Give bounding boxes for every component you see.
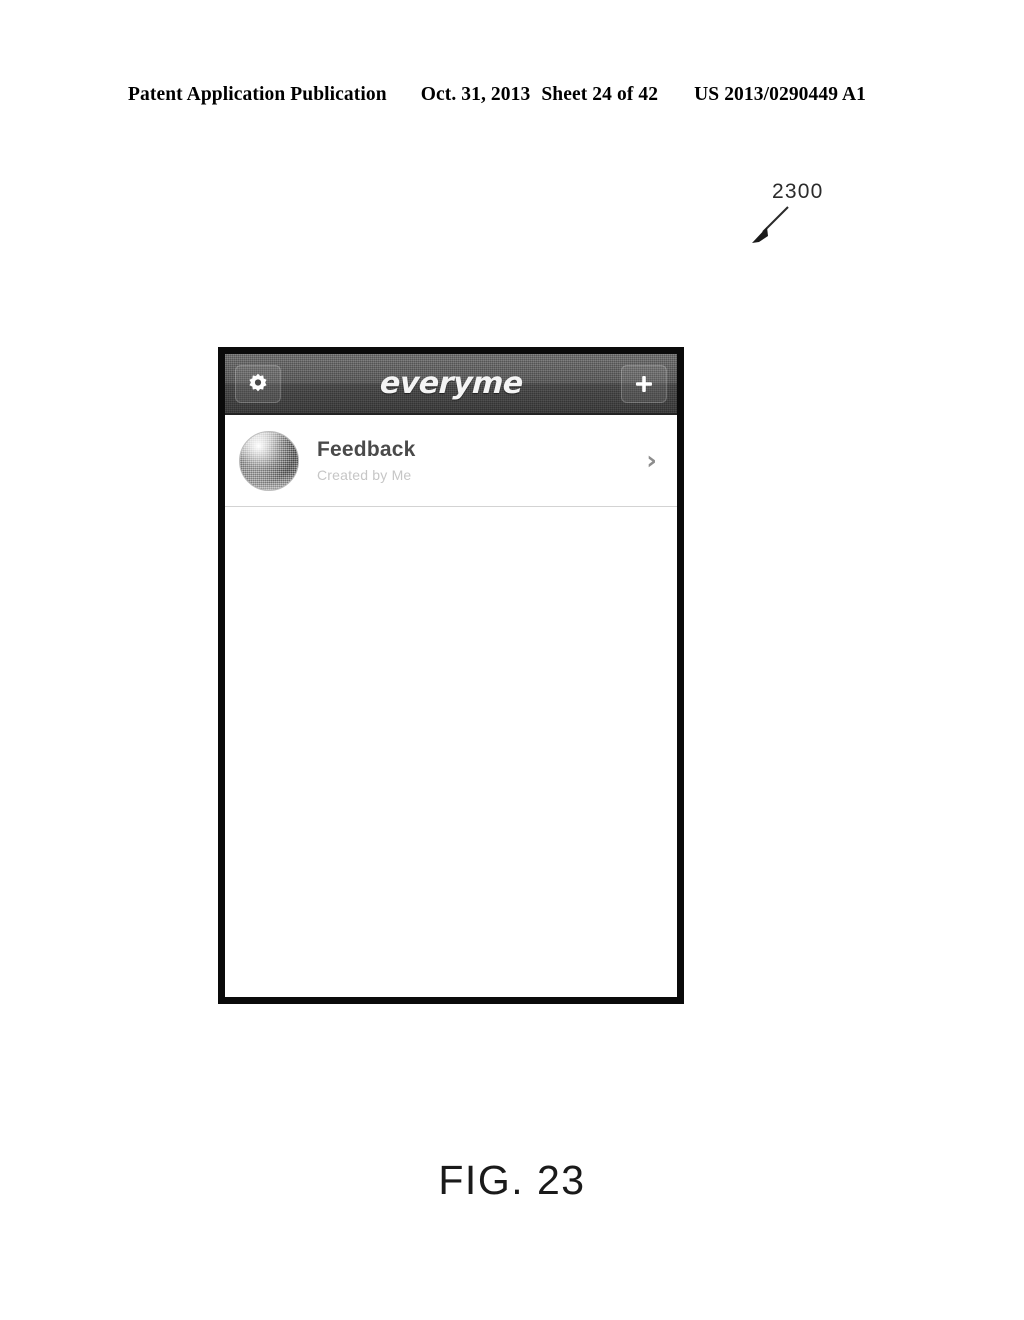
figure-caption: FIG. 23 bbox=[438, 1157, 586, 1203]
leader-arrow-icon bbox=[752, 206, 789, 243]
publication-date: Oct. 31, 2013 bbox=[420, 84, 531, 105]
add-button[interactable] bbox=[621, 364, 667, 403]
figure-reference-numeral: 2300 bbox=[772, 180, 824, 203]
sheet-number: Sheet 24 of 42 bbox=[541, 84, 659, 105]
empty-list-area bbox=[225, 507, 677, 977]
publication-label: Patent Application Publication bbox=[128, 84, 387, 105]
settings-button[interactable] bbox=[235, 364, 281, 403]
gear-icon bbox=[249, 373, 267, 391]
avatar bbox=[239, 430, 299, 491]
patent-number: US 2013/0290449 A1 bbox=[694, 84, 866, 105]
list-item-text: Feedback Created by Me bbox=[317, 438, 646, 483]
patent-header: Patent Application Publication Oct. 31, … bbox=[128, 84, 896, 106]
chevron-right-icon: › bbox=[646, 445, 657, 476]
list-item[interactable]: Feedback Created by Me › bbox=[225, 415, 677, 507]
phone-device-mockup: everyme Feedback Created by Me › bbox=[218, 347, 684, 1004]
list-item-title: Feedback bbox=[317, 438, 416, 462]
app-title-wordmark: everyme bbox=[378, 366, 524, 401]
plus-icon bbox=[636, 375, 652, 392]
app-navigation-bar: everyme bbox=[225, 354, 677, 415]
list-item-subtitle: Created by Me bbox=[317, 466, 412, 483]
circles-list: Feedback Created by Me › bbox=[225, 415, 677, 977]
